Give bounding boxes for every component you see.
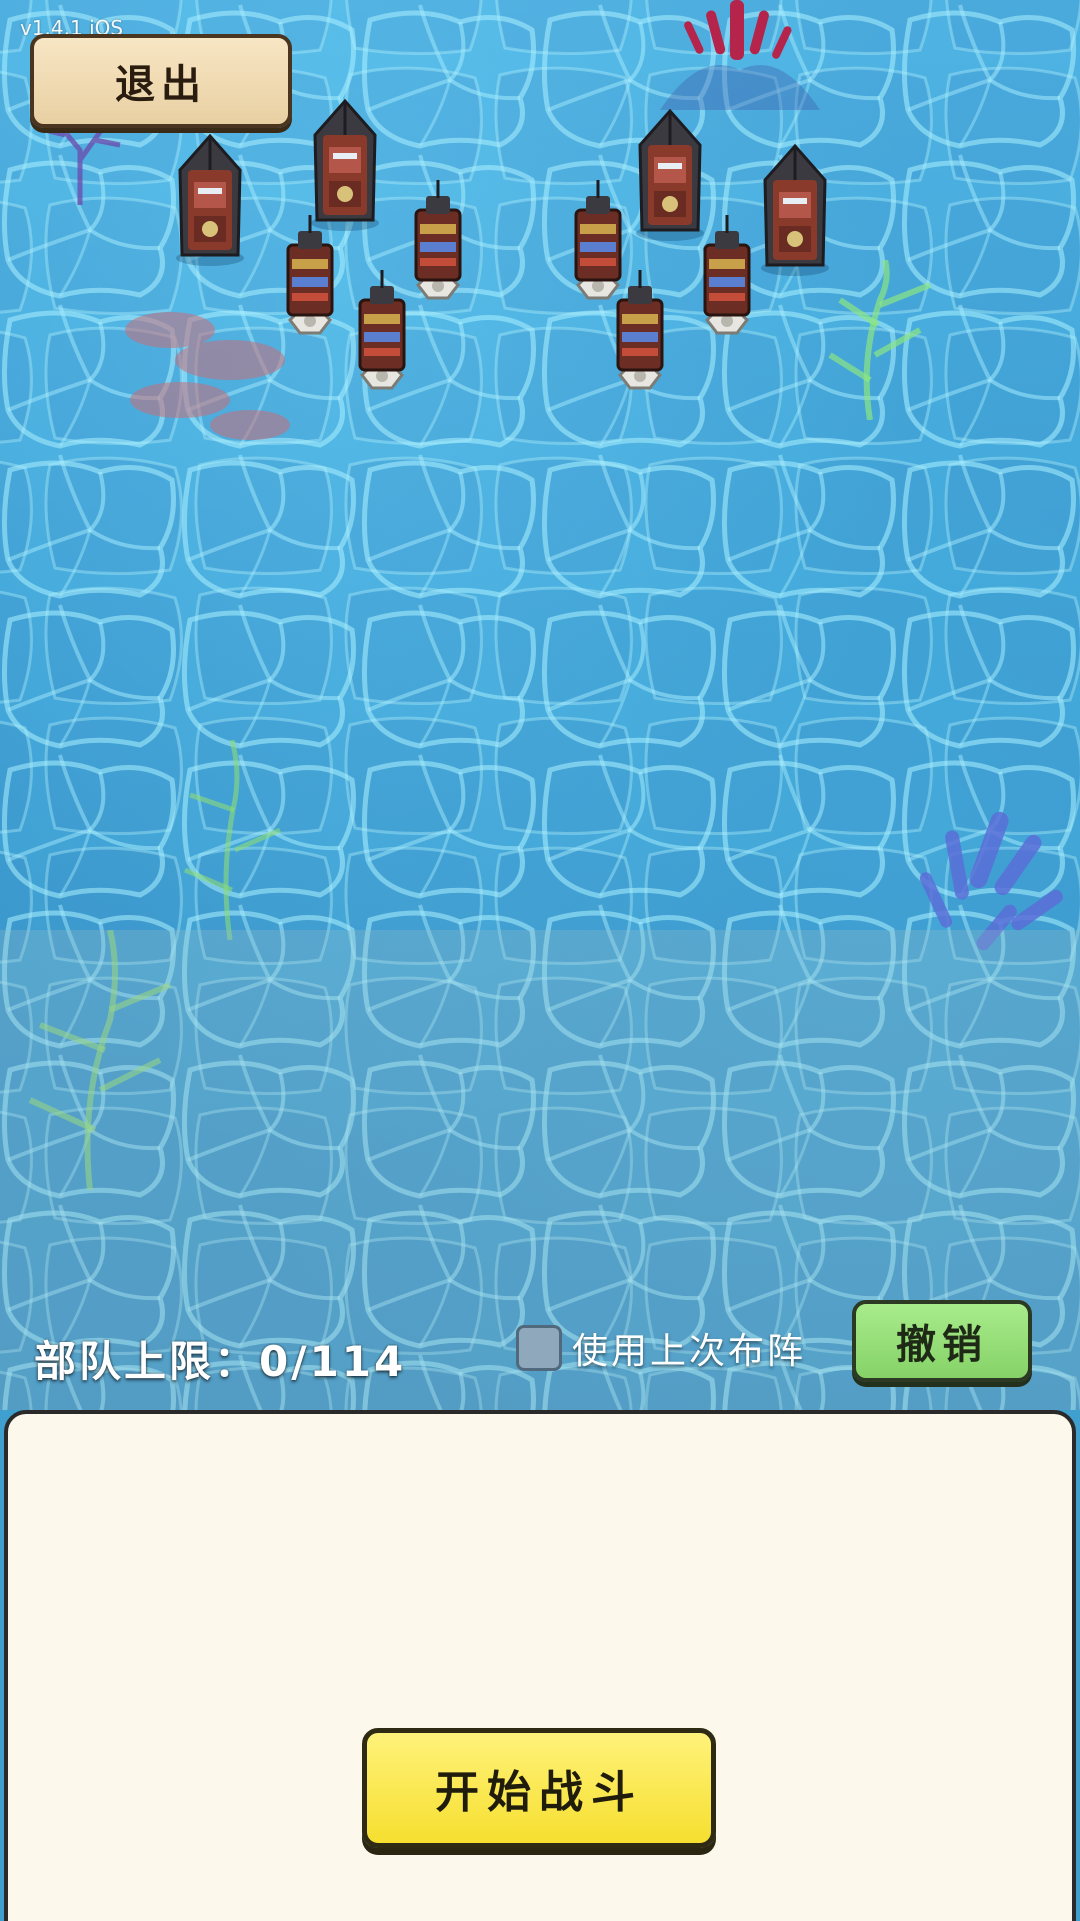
ocean-battlefield[interactable] [0,0,1080,1410]
undo-button[interactable]: 撤销 [852,1300,1032,1382]
mushroom-coral-icon [125,312,290,440]
enemy-tower-ship-icon [350,270,414,400]
troop-limit: 部队上限：0/114 [34,1328,406,1389]
use-last-formation-checkbox[interactable] [516,1325,562,1371]
start-battle-button[interactable]: 开始战斗 [362,1728,716,1848]
enemy-battleship-icon [170,130,250,270]
red-coral-icon [660,0,820,110]
game-screen: v1.4.1 iOS 退出 部队上限：0/114 使用上次布阵 撤销 开始战斗 [0,0,1080,1921]
seaweed-icon [184,740,282,940]
enemy-tower-ship-icon [278,215,342,345]
enemy-tower-ship-icon [695,215,759,345]
use-last-formation-label: 使用上次布阵 [572,1331,807,1372]
seaweed-icon [828,260,932,420]
exit-button[interactable]: 退出 [30,34,292,128]
troop-limit-label: 部队上限： [34,1337,260,1386]
enemy-battleship-icon [305,95,385,235]
enemy-tower-ship-icon [608,270,672,400]
troop-limit-value: 0/114 [259,1337,407,1386]
enemy-tower-ship-icon [406,180,470,310]
use-last-formation-toggle[interactable]: 使用上次布阵 [516,1322,806,1374]
enemy-battleship-icon [755,140,835,280]
